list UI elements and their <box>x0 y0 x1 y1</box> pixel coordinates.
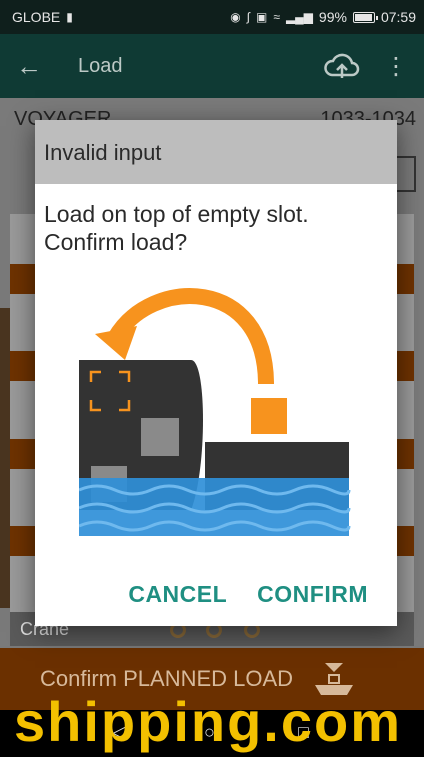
more-options-icon[interactable]: ⋮ <box>384 52 408 81</box>
nfc-icon: ▣ <box>256 10 268 24</box>
invalid-input-dialog: Invalid input Load on top of empty slot.… <box>35 120 397 626</box>
carrier-label: GLOBE <box>12 9 61 25</box>
signal-icon: ▂▄▆ <box>285 10 313 24</box>
watermark-text: shipping.com <box>14 690 402 753</box>
cloud-upload-icon[interactable] <box>322 51 362 81</box>
app-bar: ← Load ⋮ <box>0 34 424 98</box>
page-title: Load <box>78 54 123 77</box>
background-photo-edge <box>0 308 10 608</box>
wifi-icon: ≈ <box>273 10 280 24</box>
bluetooth-icon: ∫ <box>246 10 251 24</box>
dialog-actions: CANCEL CONFIRM <box>128 581 397 608</box>
confirm-button[interactable]: CONFIRM <box>257 581 368 608</box>
load-on-empty-slot-illustration <box>79 288 351 536</box>
cancel-button[interactable]: CANCEL <box>128 581 227 608</box>
battery-percent: 99% <box>318 9 347 25</box>
clock: 07:59 <box>380 9 416 25</box>
back-arrow-icon[interactable]: ← <box>16 51 52 82</box>
sim-card-icon: ▮ <box>66 10 73 24</box>
dialog-message: Load on top of empty slot. Confirm load? <box>44 201 309 255</box>
battery-icon <box>352 11 378 23</box>
location-icon: ◉ <box>230 10 241 24</box>
dialog-title: Invalid input <box>35 120 397 184</box>
confirm-planned-load-label: Confirm PLANNED LOAD <box>40 666 294 691</box>
status-bar: GLOBE ▮ ◉ ∫ ▣ ≈ ▂▄▆ 99% 07:59 <box>0 0 424 34</box>
